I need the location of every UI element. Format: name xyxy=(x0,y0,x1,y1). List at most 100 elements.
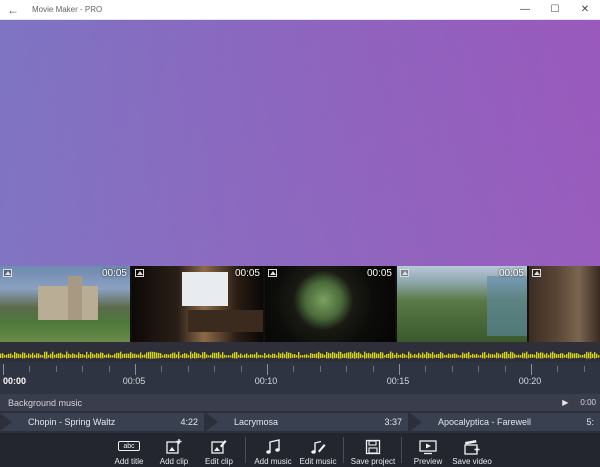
waveform-bar xyxy=(370,353,372,358)
waveform-bar xyxy=(380,351,382,359)
save-project-button[interactable]: Save project xyxy=(348,433,398,467)
add-music-button[interactable]: Add music xyxy=(251,433,295,467)
waveform-bar xyxy=(216,352,218,359)
add-title-button[interactable]: abc Add title xyxy=(108,433,150,467)
waveform-bar xyxy=(138,354,140,358)
waveform-bar xyxy=(432,352,434,359)
waveform-bar xyxy=(114,353,116,358)
ruler-tick xyxy=(531,364,532,375)
waveform-bar xyxy=(462,352,464,359)
maximize-button[interactable]: ☐ xyxy=(540,0,570,20)
waveform-bar xyxy=(58,353,60,359)
waveform-bar xyxy=(36,353,38,359)
waveform-bar xyxy=(584,353,586,358)
preview-button[interactable]: Preview xyxy=(409,433,447,467)
waveform-bar xyxy=(480,354,482,358)
save-video-button[interactable]: Save video xyxy=(450,433,494,467)
waveform-bar xyxy=(496,352,498,359)
waveform-bar xyxy=(170,353,172,358)
waveform-bar xyxy=(282,352,284,359)
edit-music-button[interactable]: Edit music xyxy=(296,433,340,467)
clip-thumbnail[interactable] xyxy=(529,266,600,342)
waveform-bar xyxy=(236,352,238,359)
save-project-label: Save project xyxy=(350,457,396,466)
waveform-bar xyxy=(32,352,34,359)
waveform-bar xyxy=(22,352,24,359)
waveform-bar xyxy=(228,355,230,358)
waveform-bar xyxy=(296,355,298,358)
music-track[interactable]: Lacrymosa 3:37 xyxy=(206,413,408,431)
edit-music-icon xyxy=(311,440,326,454)
waveform-bar xyxy=(100,352,102,359)
waveform-bar xyxy=(136,354,138,358)
waveform-bar xyxy=(112,355,114,358)
waveform-bar xyxy=(564,355,566,358)
ruler-tick xyxy=(505,366,506,372)
waveform-bar xyxy=(286,351,288,359)
waveform-bar xyxy=(302,355,304,358)
track-name: Chopin - Spring Waltz xyxy=(28,417,116,427)
audio-waveform xyxy=(0,342,600,362)
waveform-bar xyxy=(364,351,366,359)
waveform-bar xyxy=(250,354,252,358)
edit-clip-button[interactable]: Edit clip xyxy=(199,433,239,467)
waveform-bar xyxy=(472,353,474,358)
waveform-bar xyxy=(124,353,126,358)
waveform-bar xyxy=(310,353,312,359)
background-music-label: Background music xyxy=(8,397,83,408)
waveform-bar xyxy=(556,354,558,358)
waveform-bar xyxy=(234,352,236,359)
waveform-bar xyxy=(490,354,492,358)
toolbar-separator xyxy=(343,437,344,463)
waveform-bar xyxy=(54,354,56,358)
waveform-bar xyxy=(518,354,520,358)
video-preview[interactable] xyxy=(0,20,600,266)
waveform-bar xyxy=(398,354,400,358)
waveform-bar xyxy=(264,353,266,359)
waveform-bar xyxy=(332,351,334,359)
waveform-bar xyxy=(386,354,388,358)
waveform-bar xyxy=(458,355,460,358)
minimize-button[interactable]: — xyxy=(510,0,540,20)
waveform-bar xyxy=(30,354,32,358)
floppy-disk-icon xyxy=(365,439,381,455)
add-clip-button[interactable]: Add clip xyxy=(154,433,194,467)
waveform-bar xyxy=(164,354,166,358)
clip-thumbnail[interactable]: 00:05 xyxy=(132,266,265,342)
waveform-bar xyxy=(70,354,72,358)
waveform-bar xyxy=(402,353,404,359)
clip-strip[interactable]: 00:05 00:05 00:05 00:05 xyxy=(0,266,600,342)
waveform-bar xyxy=(102,352,104,359)
waveform-bar xyxy=(592,353,594,358)
waveform-bars xyxy=(0,351,600,359)
clip-thumbnail[interactable]: 00:05 xyxy=(397,266,529,342)
waveform-bar xyxy=(96,353,98,359)
music-track[interactable]: Chopin - Spring Waltz 4:22 xyxy=(0,413,204,431)
waveform-bar xyxy=(68,353,70,358)
waveform-bar xyxy=(334,352,336,359)
waveform-bar xyxy=(180,355,182,358)
waveform-bar xyxy=(558,354,560,358)
waveform-bar xyxy=(400,354,402,358)
waveform-bar xyxy=(538,353,540,359)
waveform-bar xyxy=(4,355,6,358)
waveform-bar xyxy=(346,352,348,359)
close-button[interactable]: ✕ xyxy=(570,0,600,20)
clip-thumbnail[interactable]: 00:05 xyxy=(0,266,132,342)
waveform-bar xyxy=(40,354,42,358)
waveform-bar xyxy=(440,351,442,359)
waveform-bar xyxy=(2,353,4,359)
waveform-bar xyxy=(576,353,578,359)
ruler-tick xyxy=(584,366,585,372)
waveform-bar xyxy=(224,354,226,358)
play-icon[interactable]: ▶ xyxy=(562,398,568,407)
back-arrow-icon[interactable]: ← xyxy=(0,0,26,20)
music-track[interactable]: Apocalyptica - Farewell 5: xyxy=(410,413,600,431)
waveform-bar xyxy=(280,353,282,358)
preview-label: Preview xyxy=(413,457,443,466)
bottom-toolbar: abc Add title Add clip Edit clip Add mus… xyxy=(0,433,600,467)
clip-thumbnail[interactable]: 00:05 xyxy=(265,266,397,342)
timeline-ruler[interactable]: 00:00 00:05 00:10 00:15 00:20 xyxy=(0,362,600,394)
toolbar-separator xyxy=(245,437,246,463)
waveform-bar xyxy=(524,353,526,359)
